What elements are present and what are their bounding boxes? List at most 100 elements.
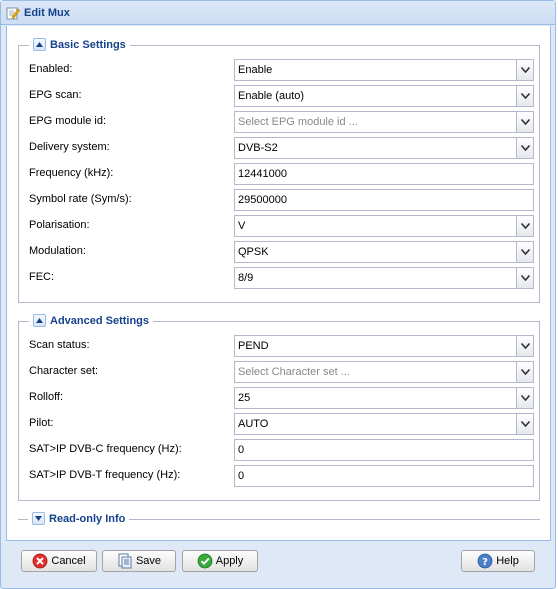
field-label: Enabled: — [29, 63, 73, 75]
symbol-rate-sym-s-input[interactable]: 29500000 — [234, 189, 534, 211]
chevron-down-icon[interactable] — [516, 336, 533, 356]
advanced-settings-group: Advanced Settings Scan status: PEND Charac… — [18, 314, 540, 501]
chevron-down-icon[interactable] — [516, 86, 533, 106]
collapse-icon[interactable] — [33, 314, 46, 327]
form-row-frequency-khz: Frequency (kHz): 12441000 — [29, 163, 535, 185]
form-row-polarisation: Polarisation: V — [29, 215, 535, 237]
readonly-info-group: Read-only Info — [18, 512, 540, 525]
field-label: SAT>IP DVB-C frequency (Hz): — [29, 443, 182, 455]
chevron-down-icon[interactable] — [516, 242, 533, 262]
chevron-down-icon[interactable] — [516, 388, 533, 408]
field-value: 0 — [238, 444, 245, 456]
sat-ip-dvb-c-frequency-hz-input[interactable]: 0 — [234, 439, 534, 461]
field-value: 8/9 — [238, 272, 254, 284]
field-value: 0 — [238, 470, 245, 482]
field-label: Symbol rate (Sym/s): — [29, 193, 132, 205]
save-icon — [117, 553, 133, 569]
polarisation-combobox[interactable]: V — [234, 215, 534, 237]
apply-icon — [197, 553, 213, 569]
chevron-down-icon[interactable] — [516, 414, 533, 434]
field-label: Rolloff: — [29, 391, 64, 403]
save-label: Save — [135, 555, 162, 567]
scan-status-combobox[interactable]: PEND — [234, 335, 534, 357]
advanced-settings-legend[interactable]: Advanced Settings — [29, 314, 154, 327]
modulation-combobox[interactable]: QPSK — [234, 241, 534, 263]
field-value: Enable — [238, 64, 273, 76]
form-row-enabled: Enabled: Enable — [29, 59, 535, 81]
epg-module-id-combobox[interactable]: Select EPG module id ... — [234, 111, 534, 133]
help-icon: ? — [477, 553, 493, 569]
basic-settings-legend[interactable]: Basic Settings — [29, 38, 130, 51]
field-label: Modulation: — [29, 245, 86, 257]
field-placeholder: Select Character set ... — [238, 366, 350, 378]
field-label: Frequency (kHz): — [29, 167, 114, 179]
field-label: EPG module id: — [29, 115, 107, 127]
sat-ip-dvb-t-frequency-hz-input[interactable]: 0 — [234, 465, 534, 487]
basic-settings-group: Basic Settings Enabled: Enable EPG scan: En… — [18, 38, 540, 303]
form-row-pilot: Pilot: AUTO — [29, 413, 535, 435]
chevron-down-icon[interactable] — [516, 112, 533, 132]
chevron-down-icon[interactable] — [516, 60, 533, 80]
chevron-down-icon[interactable] — [516, 362, 533, 382]
frequency-khz-input[interactable]: 12441000 — [234, 163, 534, 185]
form-row-delivery-system: Delivery system: DVB-S2 — [29, 137, 535, 159]
field-label: Polarisation: — [29, 219, 90, 231]
delivery-system-combobox[interactable]: DVB-S2 — [234, 137, 534, 159]
field-value: DVB-S2 — [238, 142, 278, 154]
field-label: Delivery system: — [29, 141, 110, 153]
form-row-symbol-rate-sym-s: Symbol rate (Sym/s): 29500000 — [29, 189, 535, 211]
chevron-down-icon[interactable] — [516, 216, 533, 236]
readonly-info-legend[interactable]: Read-only Info — [28, 512, 130, 525]
readonly-info-title: Read-only Info — [49, 512, 126, 525]
field-label: EPG scan: — [29, 89, 82, 101]
form-row-rolloff: Rolloff: 25 — [29, 387, 535, 409]
chevron-down-icon[interactable] — [516, 138, 533, 158]
field-label: Scan status: — [29, 339, 90, 351]
field-placeholder: Select EPG module id ... — [238, 116, 358, 128]
field-value: PEND — [238, 340, 269, 352]
svg-text:?: ? — [482, 557, 488, 568]
cancel-button[interactable]: Cancel — [21, 550, 97, 572]
form-row-scan-status: Scan status: PEND — [29, 335, 535, 357]
advanced-settings-title: Advanced Settings — [50, 314, 150, 327]
character-set-combobox[interactable]: Select Character set ... — [234, 361, 534, 383]
field-value: QPSK — [238, 246, 269, 258]
form-row-character-set: Character set: Select Character set ... — [29, 361, 535, 383]
basic-settings-title: Basic Settings — [50, 38, 126, 51]
field-value: V — [238, 220, 246, 232]
save-button[interactable]: Save — [102, 550, 176, 572]
window-title: Edit Mux — [24, 6, 70, 19]
rolloff-combobox[interactable]: 25 — [234, 387, 534, 409]
button-bar: Cancel Save Apply ? Help — [6, 541, 551, 587]
form-row-epg-scan: EPG scan: Enable (auto) — [29, 85, 535, 107]
form-row-modulation: Modulation: QPSK — [29, 241, 535, 263]
help-label: Help — [496, 555, 519, 567]
field-label: SAT>IP DVB-T frequency (Hz): — [29, 469, 181, 481]
form-row-epg-module-id: EPG module id: Select EPG module id ... — [29, 111, 535, 133]
field-label: Character set: — [29, 365, 99, 377]
epg-scan-combobox[interactable]: Enable (auto) — [234, 85, 534, 107]
field-value: 29500000 — [238, 194, 287, 206]
chevron-down-icon[interactable] — [516, 268, 533, 288]
help-button[interactable]: ? Help — [461, 550, 535, 572]
enabled-combobox[interactable]: Enable — [234, 59, 534, 81]
field-value: 25 — [238, 392, 251, 404]
form-row-sat-ip-dvb-c-frequency-hz: SAT>IP DVB-C frequency (Hz): 0 — [29, 439, 535, 461]
form-body: Basic Settings Enabled: Enable EPG scan: En… — [6, 26, 551, 541]
pilot-combobox[interactable]: AUTO — [234, 413, 534, 435]
field-value: AUTO — [238, 418, 269, 430]
window-titlebar[interactable]: Edit Mux — [1, 1, 555, 25]
cancel-icon — [32, 553, 48, 569]
field-value: Enable (auto) — [238, 90, 305, 102]
collapse-icon[interactable] — [33, 38, 46, 51]
fec-combobox[interactable]: 8/9 — [234, 267, 534, 289]
field-value: 12441000 — [238, 168, 287, 180]
cancel-label: Cancel — [51, 555, 86, 567]
form-row-fec: FEC: 8/9 — [29, 267, 535, 289]
edit-mux-window: Edit Mux Basic Settings Enabled: Enable EP… — [0, 0, 556, 589]
expand-icon[interactable] — [32, 512, 45, 525]
field-label: Pilot: — [29, 417, 54, 429]
apply-label: Apply — [215, 555, 244, 567]
edit-icon — [6, 6, 20, 20]
apply-button[interactable]: Apply — [182, 550, 258, 572]
